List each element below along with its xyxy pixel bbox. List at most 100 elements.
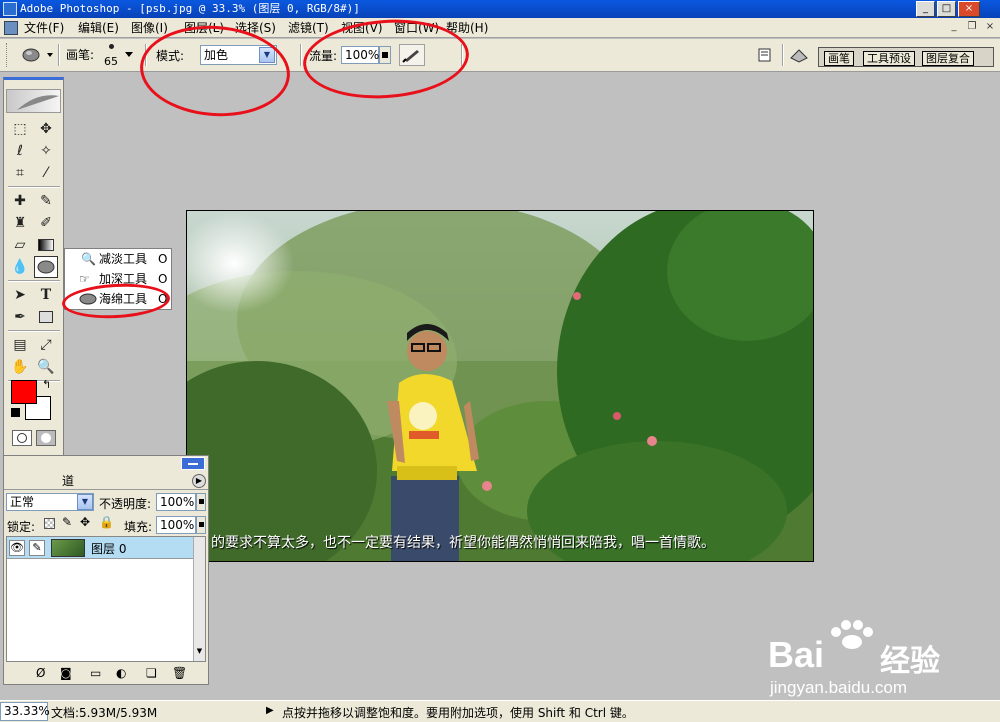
new-group-icon[interactable]: ▭ [90, 666, 101, 680]
document-minimize-button[interactable]: _ [946, 20, 962, 35]
document-close-button[interactable]: × [982, 20, 998, 35]
lock-all-icon[interactable]: 🔒 [99, 515, 114, 529]
sponge-tool[interactable] [34, 256, 58, 278]
flow-slider-button[interactable] [379, 46, 391, 64]
tab-tool-presets[interactable]: 工具预设 [863, 51, 915, 66]
zoom-tool[interactable]: 🔍 [34, 356, 58, 378]
layer-style-icon[interactable]: Ø [36, 666, 45, 680]
maximize-window-button[interactable]: □ [937, 1, 956, 17]
healing-brush-tool[interactable]: ✚ [8, 190, 32, 212]
tab-brushes[interactable]: 画笔 [824, 51, 854, 66]
brush-picker[interactable]: 65 [100, 42, 136, 70]
hand-tool[interactable]: ✋ [8, 356, 32, 378]
status-arrow-icon[interactable]: ▶ [266, 705, 274, 716]
lock-transparency-icon[interactable] [44, 518, 55, 529]
adjustment-layer-icon[interactable]: ◐ [116, 666, 126, 680]
lock-position-icon[interactable]: ✥ [80, 515, 90, 529]
layer-row[interactable]: 👁 ✎ 图层 0 [7, 537, 193, 559]
menu-help[interactable]: 帮助(H) [446, 20, 488, 36]
quick-mask-button[interactable] [36, 430, 56, 446]
dodge-tool-label: 减淡工具 [99, 252, 148, 266]
move-tool[interactable]: ✥ [34, 118, 58, 140]
eyedropper-tool[interactable]: ⤢ [34, 334, 58, 356]
airbrush-toggle[interactable] [399, 44, 425, 66]
tab-layer-comps[interactable]: 图层复合 [922, 51, 974, 66]
flow-field[interactable]: 100% [341, 46, 391, 64]
menu-file[interactable]: 文件(F) [24, 20, 64, 36]
minimize-window-button[interactable]: _ [916, 1, 935, 17]
eraser-tool[interactable]: ▱ [8, 234, 32, 256]
magic-wand-tool[interactable]: ✧ [34, 140, 58, 162]
clone-stamp-tool[interactable]: ♜ [8, 212, 32, 234]
new-layer-icon[interactable]: ❏ [146, 666, 157, 680]
burn-tool-item[interactable]: ☞ 加深工具 O [65, 269, 171, 289]
trash-icon[interactable]: 🗑 [172, 666, 187, 680]
document-restore-button[interactable]: ❐ [964, 20, 980, 35]
options-separator [58, 44, 60, 66]
opacity-slider-button[interactable] [196, 493, 206, 511]
scroll-down-icon[interactable]: ▼ [195, 647, 204, 656]
close-window-button[interactable]: × [958, 1, 980, 17]
pen-tool[interactable]: ✒ [8, 306, 32, 328]
notes-tool[interactable]: ▤ [8, 334, 32, 356]
layers-scrollbar[interactable]: ▼ [193, 537, 205, 661]
menu-filter[interactable]: 滤镜(T) [288, 20, 329, 36]
toolbox-separator [8, 280, 60, 282]
sponge-icon [79, 293, 97, 305]
options-separator [782, 44, 784, 66]
rectangle-tool[interactable] [34, 306, 58, 328]
foreground-color-swatch[interactable] [11, 380, 37, 404]
lock-image-icon[interactable]: ✎ [62, 515, 72, 529]
flow-value: 100% [341, 46, 379, 64]
lock-label: 锁定: [7, 520, 36, 534]
adobe-online-button[interactable] [6, 89, 61, 113]
options-bar-grip[interactable] [6, 43, 8, 67]
brush-tool[interactable]: ✎ [34, 190, 58, 212]
menu-image[interactable]: 图像(I) [131, 20, 168, 36]
menu-edit[interactable]: 编辑(E) [78, 20, 119, 36]
panel-menu-button[interactable]: ▶ [192, 474, 206, 488]
layers-panel-titlebar[interactable] [4, 456, 208, 472]
crop-tool[interactable]: ⌗ [8, 162, 32, 184]
type-tool[interactable]: T [34, 284, 58, 306]
layers-footer: Ø ◙ ▭ ◐ ❏ 🗑 [4, 664, 208, 684]
fill-slider-button[interactable] [196, 516, 206, 534]
swap-colors-icon[interactable]: ↰ [42, 378, 51, 391]
path-selection-tool[interactable]: ➤ [8, 284, 32, 306]
eraser-icon: ▱ [14, 237, 26, 253]
dodge-tool-item[interactable]: 🔍 减淡工具 O [65, 249, 171, 269]
panel-minimize-button[interactable] [181, 457, 205, 470]
menu-select[interactable]: 选择(S) [235, 20, 276, 36]
paintbrush-icon[interactable]: ✎ [29, 540, 45, 556]
burn-tool-shortcut: O [158, 272, 168, 286]
zoom-field[interactable]: 33.33% [0, 702, 50, 721]
document-canvas[interactable]: 的要求不算太多，也不一定要有结果，祈望你能偶然悄悄回来陪我，唱一首情歌。 [186, 210, 814, 562]
document-icon[interactable] [4, 21, 18, 35]
lasso-tool[interactable]: ℓ [8, 140, 32, 162]
palette-well-button[interactable] [788, 46, 810, 64]
slice-tool[interactable]: ⁄ [34, 162, 58, 184]
layer-mask-icon[interactable]: ◙ [60, 666, 72, 680]
blend-mode-select[interactable]: 正常 ▼ [6, 493, 94, 511]
document-size[interactable]: 文档:5.93M/5.93M [51, 704, 157, 721]
menu-view[interactable]: 视图(V) [341, 20, 383, 36]
photoshop-app-icon[interactable] [3, 2, 17, 16]
opacity-field[interactable]: 100% [156, 493, 196, 511]
sponge-tool-item[interactable]: 海绵工具 O [65, 289, 171, 309]
menu-layer[interactable]: 图层(L) [184, 20, 224, 36]
tab-channels[interactable]: 道 [62, 472, 92, 490]
menu-window[interactable]: 窗口(W) [394, 20, 439, 36]
mode-select[interactable]: 加色 ▼ [200, 45, 277, 65]
default-colors-icon[interactable] [11, 408, 20, 417]
fill-field[interactable]: 100% [156, 516, 196, 534]
file-browser-button[interactable] [754, 46, 776, 64]
tool-preset-picker[interactable] [16, 44, 56, 66]
blur-tool[interactable]: 💧 [8, 256, 32, 278]
window-title-bar[interactable]: Adobe Photoshop - [psb.jpg @ 33.3% (图层 0… [0, 0, 1000, 18]
eye-icon[interactable]: 👁 [9, 540, 25, 556]
options-separator [145, 44, 147, 66]
gradient-tool[interactable] [34, 234, 58, 256]
history-brush-tool[interactable]: ✐ [34, 212, 58, 234]
rectangular-marquee-tool[interactable]: ⬚ [8, 118, 32, 140]
standard-mode-button[interactable] [12, 430, 32, 446]
